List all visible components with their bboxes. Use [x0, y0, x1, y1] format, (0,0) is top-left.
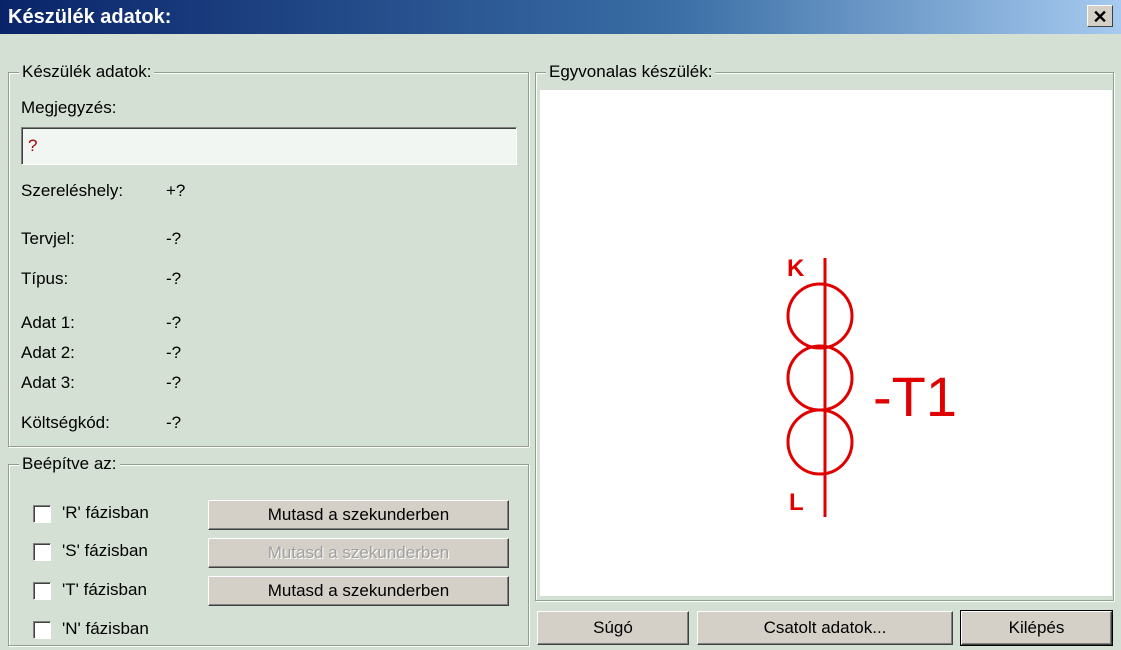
mounting-place-value: +? — [166, 181, 186, 200]
phase-t-show-secondary-button[interactable]: Mutasd a szekunderben — [208, 576, 509, 606]
help-button[interactable]: Súgó — [537, 611, 689, 645]
data3-value: -? — [166, 373, 182, 392]
phase-s-label: 'S' fázisban — [62, 541, 148, 560]
close-icon: ✕ — [1092, 7, 1108, 27]
designation-value: -? — [166, 229, 182, 248]
installed-phases-legend: Beépítve az: — [19, 454, 120, 474]
phase-n-checkbox[interactable] — [33, 621, 51, 639]
phase-r-label: 'R' fázisban — [62, 503, 149, 522]
phase-s-show-secondary-button[interactable]: Mutasd a szekunderben — [208, 538, 509, 568]
note-input[interactable]: ? — [21, 127, 517, 165]
close-button[interactable]: ✕ — [1087, 5, 1113, 27]
terminal-k-label: K — [787, 255, 805, 282]
data3-label: Adat 3: — [21, 373, 75, 392]
title-bar: Készülék adatok: ✕ — [0, 0, 1121, 34]
data2-label: Adat 2: — [21, 343, 75, 362]
cost-code-value: -? — [166, 413, 182, 432]
phase-t-label: 'T' fázisban — [62, 580, 147, 599]
data1-label: Adat 1: — [21, 313, 75, 332]
phase-r-checkbox[interactable] — [33, 505, 51, 523]
device-data-group: Készülék adatok: — [8, 62, 529, 447]
phase-n-label: 'N' fázisban — [62, 619, 149, 638]
phase-r-show-secondary-button[interactable]: Mutasd a szekunderben — [208, 500, 509, 530]
designator-label: -T1 — [873, 365, 957, 428]
attached-data-button[interactable]: Csatolt adatok... — [697, 611, 953, 645]
window-title: Készülék adatok: — [8, 6, 172, 28]
winding-circle-bottom — [786, 408, 854, 476]
type-label: Típus: — [21, 269, 69, 288]
phase-s-checkbox[interactable] — [33, 543, 51, 561]
device-data-legend: Készülék adatok: — [19, 62, 155, 82]
phase-t-checkbox[interactable] — [33, 582, 51, 600]
type-value: -? — [166, 269, 182, 288]
designation-label: Tervjel: — [21, 229, 75, 248]
winding-circle-top — [786, 282, 854, 350]
mounting-place-label: Szereléshely: — [21, 181, 124, 200]
data2-value: -? — [166, 343, 182, 362]
single-line-device-legend: Egyvonalas készülék: — [546, 62, 716, 82]
winding-circle-middle — [786, 344, 854, 412]
terminal-l-label: L — [789, 489, 804, 516]
transformer-symbol: K L -T1 — [786, 255, 957, 517]
cost-code-label: Költségkód: — [21, 413, 110, 432]
note-label: Megjegyzés: — [21, 98, 117, 117]
exit-button[interactable]: Kilépés — [960, 610, 1113, 646]
data1-value: -? — [166, 313, 182, 332]
single-line-preview: K L -T1 — [540, 90, 1112, 596]
